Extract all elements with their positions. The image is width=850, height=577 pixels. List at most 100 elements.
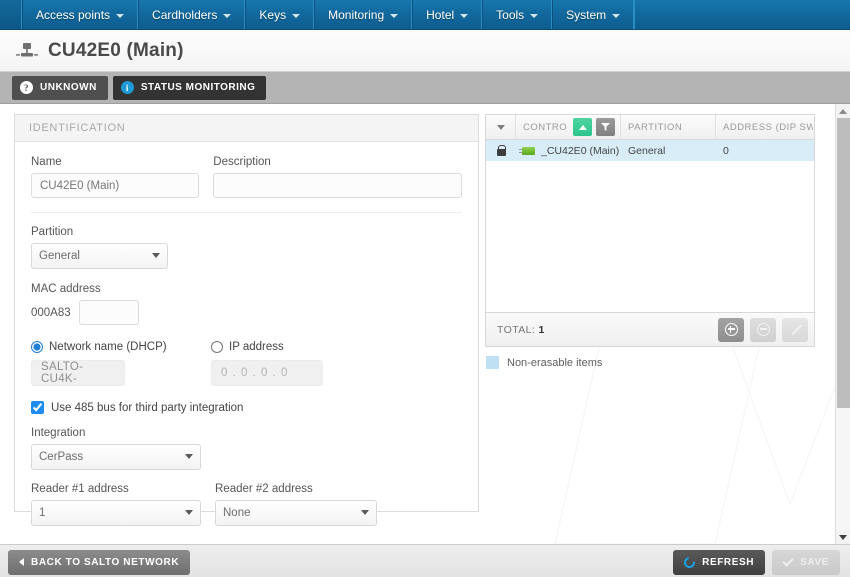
vertical-scrollbar[interactable]	[835, 104, 850, 544]
main-content-area: IDENTIFICATION Name Description Partitio…	[0, 104, 850, 544]
nav-item-access-points[interactable]: Access points	[22, 0, 139, 29]
tab-label: UNKNOWN	[40, 82, 97, 93]
nav-item-cardholders[interactable]: Cardholders	[138, 0, 246, 29]
sort-ascending-icon[interactable]	[573, 118, 592, 136]
filter-funnel-icon[interactable]	[596, 118, 615, 136]
reader-address-row: Reader #1 address 1 Reader #2 address No…	[31, 483, 462, 526]
grid-header-controller[interactable]: CONTRO	[516, 115, 621, 139]
page-header: CU42E0 (Main)	[0, 30, 850, 72]
nav-item-keys[interactable]: Keys	[245, 0, 315, 29]
nav-item-label: Tools	[496, 7, 525, 22]
table-row[interactable]: _CU42E0 (Main) General 0	[486, 140, 814, 161]
row-controller-label: _CU42E0 (Main)	[541, 144, 620, 157]
mac-address-input[interactable]	[78, 300, 139, 325]
page-title: CU42E0 (Main)	[48, 39, 184, 61]
integration-select[interactable]: CerPass	[31, 444, 201, 470]
scroll-down-button[interactable]	[835, 530, 850, 544]
nav-item-system[interactable]: System	[552, 0, 635, 29]
chevron-down-icon	[116, 13, 125, 18]
network-name-value[interactable]: SALTO-CU4K-	[31, 360, 125, 386]
grid-header-address[interactable]: ADDRESS (DIP SWI	[716, 115, 813, 139]
network-name-radio-row[interactable]: Network name (DHCP)	[31, 341, 211, 353]
scrollbar-thumb[interactable]	[836, 118, 850, 408]
page-footer: BACK TO SALTO NETWORK REFRESH SAVE	[0, 544, 850, 577]
minus-circle-icon	[756, 323, 770, 336]
description-input[interactable]	[213, 173, 462, 198]
bus485-label: Use 485 bus for third party integration	[51, 401, 244, 414]
description-label: Description	[213, 156, 271, 168]
total-value: 1	[538, 323, 545, 336]
nav-item-label: System	[566, 7, 607, 22]
scroll-up-button[interactable]	[835, 104, 850, 118]
network-name-radio[interactable]	[31, 341, 43, 353]
nav-filler	[634, 0, 850, 29]
mac-address-label: MAC address	[31, 283, 101, 295]
nav-item-hotel[interactable]: Hotel	[412, 0, 483, 29]
refresh-button-label: REFRESH	[702, 556, 755, 568]
ip-address-label: IP address	[229, 341, 284, 353]
partition-select[interactable]: General	[31, 243, 168, 269]
row-controller-cell: _CU42E0 (Main)	[516, 145, 621, 157]
scrollbar-track[interactable]	[835, 118, 850, 530]
back-button-label: BACK TO SALTO NETWORK	[31, 556, 180, 568]
total-label: TOTAL:	[497, 323, 536, 336]
ip-address-value[interactable]: 0 . 0 . 0 . 0	[211, 360, 323, 386]
question-circle-icon: ?	[20, 81, 33, 94]
edit-button[interactable]	[782, 317, 808, 342]
nav-item-label: Monitoring	[328, 7, 385, 22]
refresh-icon	[681, 554, 698, 570]
partition-field: Partition General	[31, 226, 462, 269]
chevron-down-icon	[460, 13, 469, 18]
bus485-checkbox[interactable]	[31, 401, 44, 414]
row-partition-cell: General	[628, 144, 666, 157]
ip-address-radio-row[interactable]: IP address	[211, 341, 361, 353]
chevron-left-icon	[19, 558, 24, 566]
bus485-checkbox-row[interactable]: Use 485 bus for third party integration	[31, 401, 462, 414]
tab-strip: ? UNKNOWN i STATUS MONITORING	[0, 72, 850, 104]
reader2-label: Reader #2 address	[215, 483, 313, 495]
device-green-icon	[519, 146, 535, 155]
add-button[interactable]	[718, 317, 744, 342]
grid-footer: TOTAL: 1	[486, 312, 814, 346]
remove-button[interactable]	[750, 317, 776, 342]
nav-item-label: Hotel	[426, 7, 455, 22]
row-address-cell: 0	[723, 144, 729, 157]
chevron-down-icon	[530, 13, 539, 18]
chevron-down-icon	[612, 13, 621, 18]
tab-status-monitoring[interactable]: i STATUS MONITORING	[112, 75, 267, 100]
nav-item-tools[interactable]: Tools	[482, 0, 553, 29]
identification-panel-title: IDENTIFICATION	[15, 115, 478, 142]
nav-item-label: Cardholders	[152, 7, 218, 22]
name-label: Name	[31, 156, 62, 168]
network-mode-row: Network name (DHCP) SALTO-CU4K- IP addre…	[31, 341, 462, 386]
grid-body: _CU42E0 (Main) General 0	[486, 140, 814, 312]
save-button[interactable]: SAVE	[772, 549, 840, 575]
ip-address-radio[interactable]	[211, 341, 223, 353]
name-input[interactable]	[31, 173, 200, 198]
network-name-label: Network name (DHCP)	[49, 341, 167, 353]
grid-action-buttons	[718, 317, 808, 342]
identification-column: IDENTIFICATION Name Description Partitio…	[0, 104, 479, 544]
reader2-select[interactable]: None	[215, 500, 377, 526]
nav-item-monitoring[interactable]: Monitoring	[314, 0, 413, 29]
refresh-button[interactable]: REFRESH	[673, 549, 766, 575]
chevron-down-icon	[223, 13, 232, 18]
pencil-icon	[789, 323, 802, 336]
grid-header-partition[interactable]: PARTITION	[621, 115, 716, 139]
grid-header-select[interactable]	[486, 115, 516, 139]
main-navigation-bar: Access points Cardholders Keys Monitorin…	[0, 0, 850, 30]
info-circle-icon: i	[120, 81, 134, 94]
chevron-down-icon	[496, 124, 505, 130]
reader1-select[interactable]: 1	[31, 500, 201, 526]
legend-label: Non-erasable items	[507, 356, 603, 369]
lock-icon	[496, 145, 506, 156]
footer-actions: REFRESH SAVE	[673, 549, 840, 575]
chevron-down-icon	[390, 13, 399, 18]
nav-item-label: Keys	[259, 7, 287, 22]
tab-unknown[interactable]: ? UNKNOWN	[12, 75, 108, 100]
row-lock-cell	[486, 145, 516, 156]
check-icon	[782, 554, 794, 567]
section-divider	[31, 212, 462, 213]
back-to-salto-network-button[interactable]: BACK TO SALTO NETWORK	[8, 549, 191, 575]
name-description-row: Name Description	[31, 156, 462, 198]
